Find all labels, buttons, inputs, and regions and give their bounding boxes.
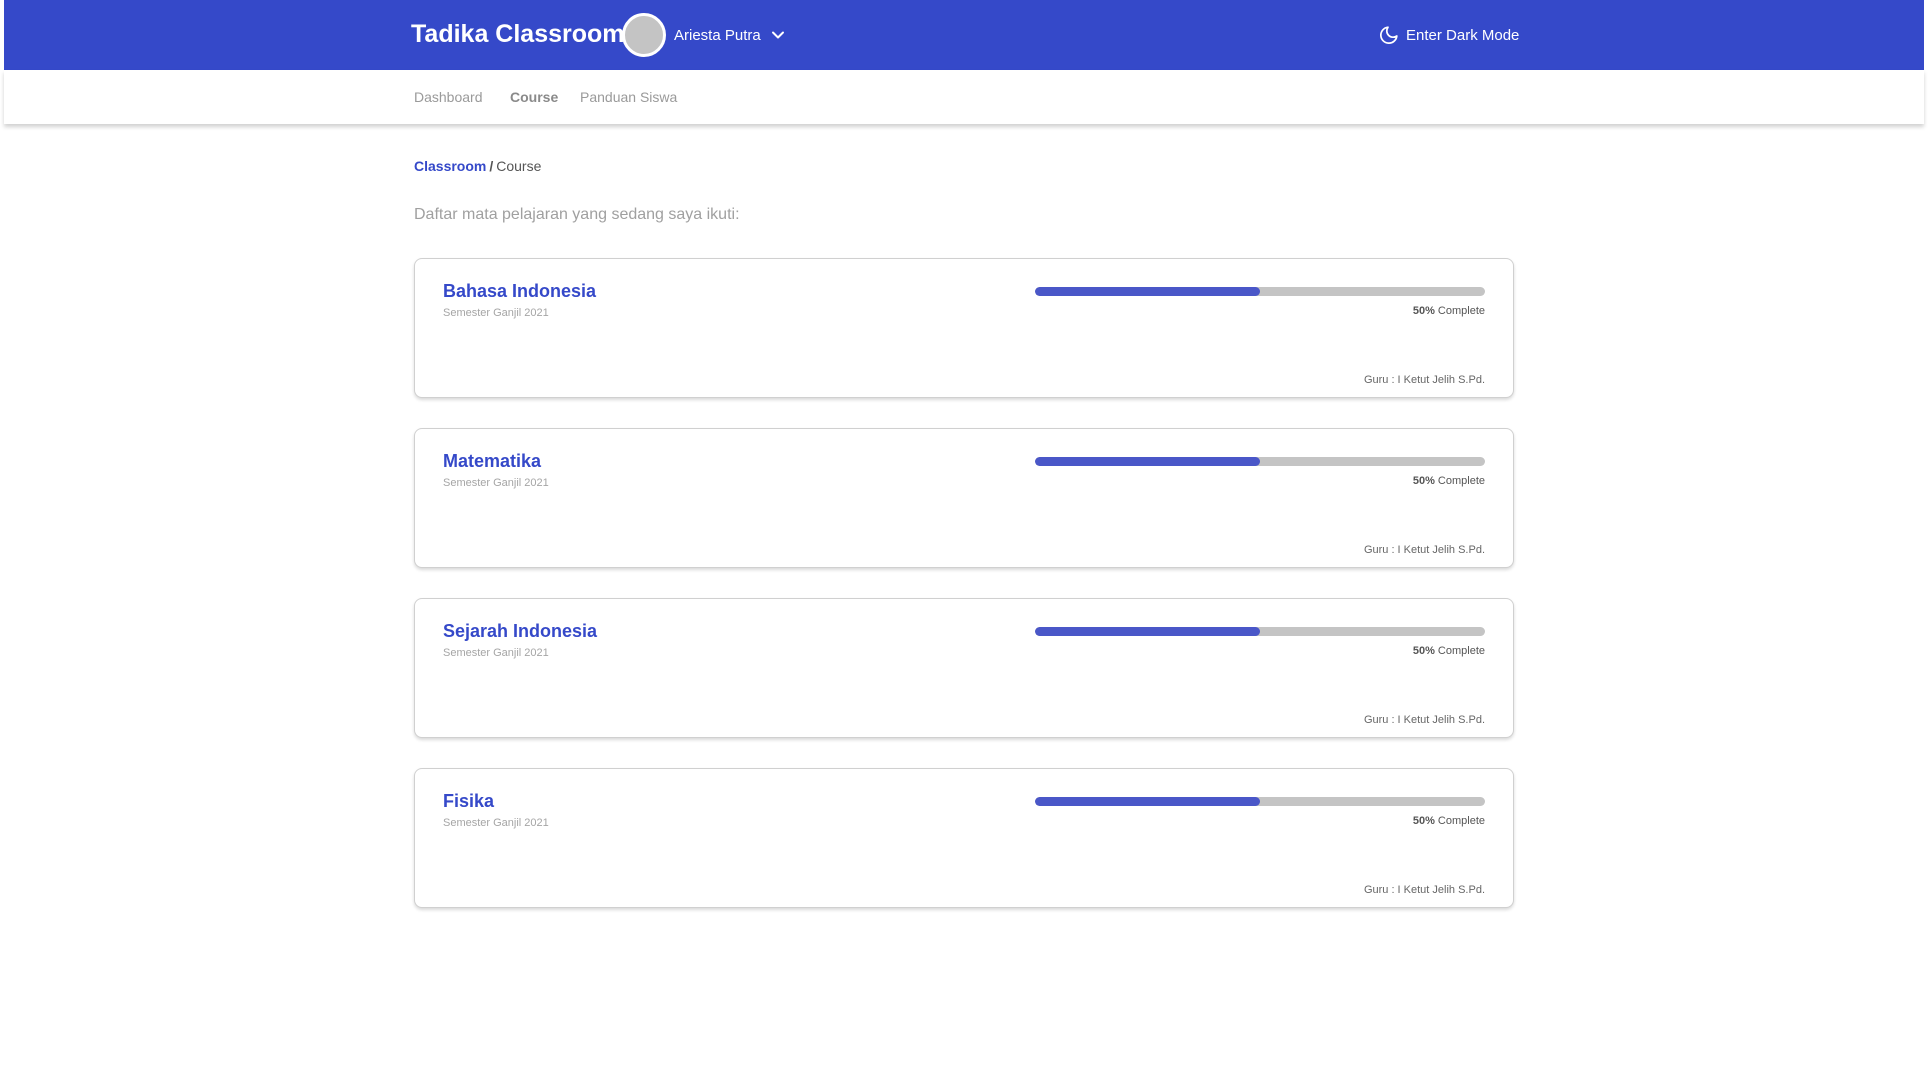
course-semester: Semester Ganjil 2021	[443, 477, 549, 489]
dark-mode-label: Enter Dark Mode	[1406, 26, 1520, 44]
breadcrumb-current: Course	[496, 158, 542, 174]
main-nav: Dashboard Course Panduan Siswa	[4, 70, 1924, 124]
course-teacher: Guru : I Ketut Jelih S.Pd.	[1363, 884, 1485, 896]
progress-text: 50% Complete	[1413, 815, 1485, 827]
breadcrumb: Classroom / Course	[414, 158, 541, 174]
progress-bar-fill	[1035, 627, 1260, 636]
progress-text: 50% Complete	[1413, 305, 1485, 317]
progress-text: 50% Complete	[1413, 645, 1485, 657]
course-teacher: Guru : I Ketut Jelih S.Pd.	[1363, 714, 1485, 726]
progress-label: Complete	[1437, 305, 1485, 317]
breadcrumb-classroom-link[interactable]: Classroom	[414, 158, 486, 174]
course-title[interactable]: Bahasa Indonesia	[443, 281, 596, 302]
progress-text: 50% Complete	[1413, 475, 1485, 487]
course-semester: Semester Ganjil 2021	[443, 307, 549, 319]
app-title[interactable]: Tadika Classroom	[411, 20, 625, 49]
progress-bar	[1035, 797, 1485, 806]
course-semester: Semester Ganjil 2021	[443, 647, 549, 659]
progress-value: 50%	[1412, 475, 1435, 487]
nav-item-course[interactable]: Course	[510, 89, 558, 105]
progress-bar	[1035, 287, 1485, 296]
page: Tadika Classroom Ariesta Putra Enter Dar…	[4, 0, 1924, 1080]
breadcrumb-separator: /	[489, 158, 494, 174]
course-title[interactable]: Sejarah Indonesia	[443, 621, 597, 642]
course-card[interactable]: Matematika Semester Ganjil 2021 50% Comp…	[414, 428, 1514, 568]
user-menu-button[interactable]: Ariesta Putra	[674, 24, 785, 46]
top-bar: Tadika Classroom Ariesta Putra Enter Dar…	[4, 0, 1924, 70]
progress-bar	[1035, 627, 1485, 636]
progress-label: Complete	[1437, 815, 1485, 827]
progress-bar-fill	[1035, 797, 1260, 806]
progress-value: 50%	[1412, 305, 1435, 317]
dark-mode-toggle[interactable]: Enter Dark Mode	[1379, 24, 1519, 46]
course-teacher: Guru : I Ketut Jelih S.Pd.	[1363, 544, 1485, 556]
nav-item-panduan-siswa[interactable]: Panduan Siswa	[580, 89, 677, 105]
course-title[interactable]: Matematika	[443, 451, 541, 472]
progress-bar	[1035, 457, 1485, 466]
progress-label: Complete	[1437, 475, 1485, 487]
progress-value: 50%	[1412, 645, 1435, 657]
chevron-down-icon	[771, 31, 784, 39]
progress-bar-fill	[1035, 287, 1260, 296]
progress-bar-fill	[1035, 457, 1260, 466]
nav-item-dashboard[interactable]: Dashboard	[414, 89, 483, 105]
user-name: Ariesta Putra	[674, 26, 761, 44]
course-teacher: Guru : I Ketut Jelih S.Pd.	[1363, 374, 1485, 386]
progress-label: Complete	[1437, 645, 1485, 657]
course-card[interactable]: Bahasa Indonesia Semester Ganjil 2021 50…	[414, 258, 1514, 398]
moon-icon	[1380, 26, 1398, 44]
progress-value: 50%	[1412, 815, 1435, 827]
course-list-intro: Daftar mata pelajaran yang sedang saya i…	[414, 206, 740, 223]
course-card[interactable]: Sejarah Indonesia Semester Ganjil 2021 5…	[414, 598, 1514, 738]
avatar[interactable]	[622, 13, 666, 57]
course-title[interactable]: Fisika	[443, 791, 494, 812]
course-card[interactable]: Fisika Semester Ganjil 2021 50% Complete…	[414, 768, 1514, 908]
course-semester: Semester Ganjil 2021	[443, 817, 549, 829]
